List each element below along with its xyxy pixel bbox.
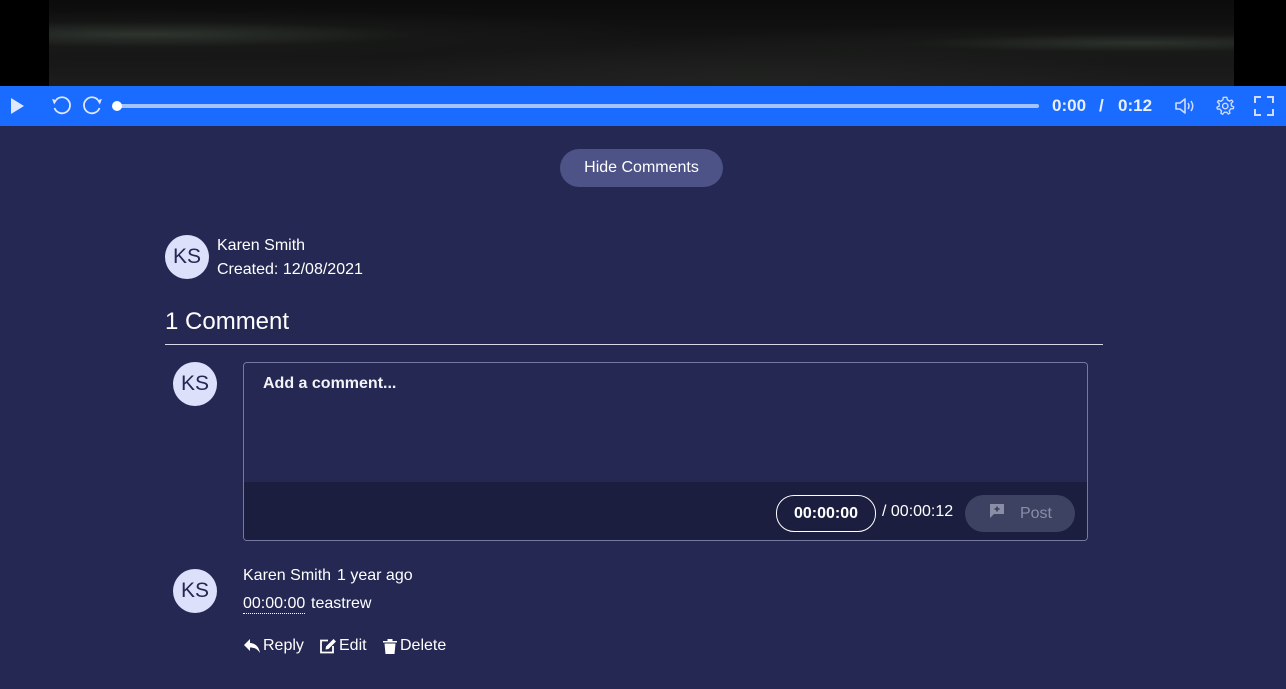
comment-author: Karen Smith [243, 567, 332, 584]
owner-avatar: KS [165, 235, 209, 279]
hide-comments-button[interactable]: Hide Comments [560, 149, 723, 187]
comment-time-ago: 1 year ago [337, 567, 413, 584]
timestamp-input[interactable]: 00:00:00 [776, 495, 876, 532]
created-date: Created: 12/08/2021 [217, 261, 363, 278]
reply-icon [243, 638, 261, 654]
edit-icon [319, 638, 337, 654]
reply-label: Reply [263, 637, 304, 654]
composer-avatar: KS [173, 362, 217, 406]
reply-button[interactable]: Reply [243, 636, 304, 656]
forward-icon[interactable] [80, 86, 104, 126]
delete-label: Delete [400, 637, 447, 654]
composer-footer: 00:00:00 / 00:00:12 Post [244, 482, 1087, 540]
comment-input[interactable] [244, 363, 1087, 482]
video-frame[interactable] [49, 0, 1234, 86]
comments-count: 1 Comment [165, 308, 290, 335]
trash-icon [382, 638, 398, 655]
duration-time: 0:12 [1118, 96, 1153, 115]
owner-name: Karen Smith [217, 237, 306, 254]
comment-avatar: KS [173, 569, 217, 613]
divider [165, 344, 1103, 345]
volume-icon[interactable] [1172, 86, 1198, 126]
comment-text: teastrew [311, 595, 372, 612]
comment-composer: 00:00:00 / 00:00:12 Post [243, 362, 1088, 541]
comment-plus-icon [988, 502, 1006, 525]
post-button[interactable]: Post [965, 495, 1075, 532]
edit-button[interactable]: Edit [319, 636, 367, 656]
play-icon[interactable] [6, 86, 28, 126]
fullscreen-icon[interactable] [1252, 86, 1276, 126]
progress-handle[interactable] [112, 101, 122, 111]
settings-icon[interactable] [1212, 86, 1238, 126]
current-time: 0:00 [1052, 96, 1087, 115]
rewind-icon[interactable] [50, 86, 74, 126]
comment-timestamp-link[interactable]: 00:00:00 [243, 595, 306, 614]
video-player[interactable] [0, 0, 1286, 86]
edit-label: Edit [339, 637, 367, 654]
composer-duration: / 00:00:12 [882, 503, 954, 520]
time-separator: / [1099, 96, 1104, 115]
post-label: Post [1019, 504, 1052, 522]
delete-button[interactable]: Delete [382, 636, 446, 656]
progress-track[interactable] [117, 104, 1039, 108]
